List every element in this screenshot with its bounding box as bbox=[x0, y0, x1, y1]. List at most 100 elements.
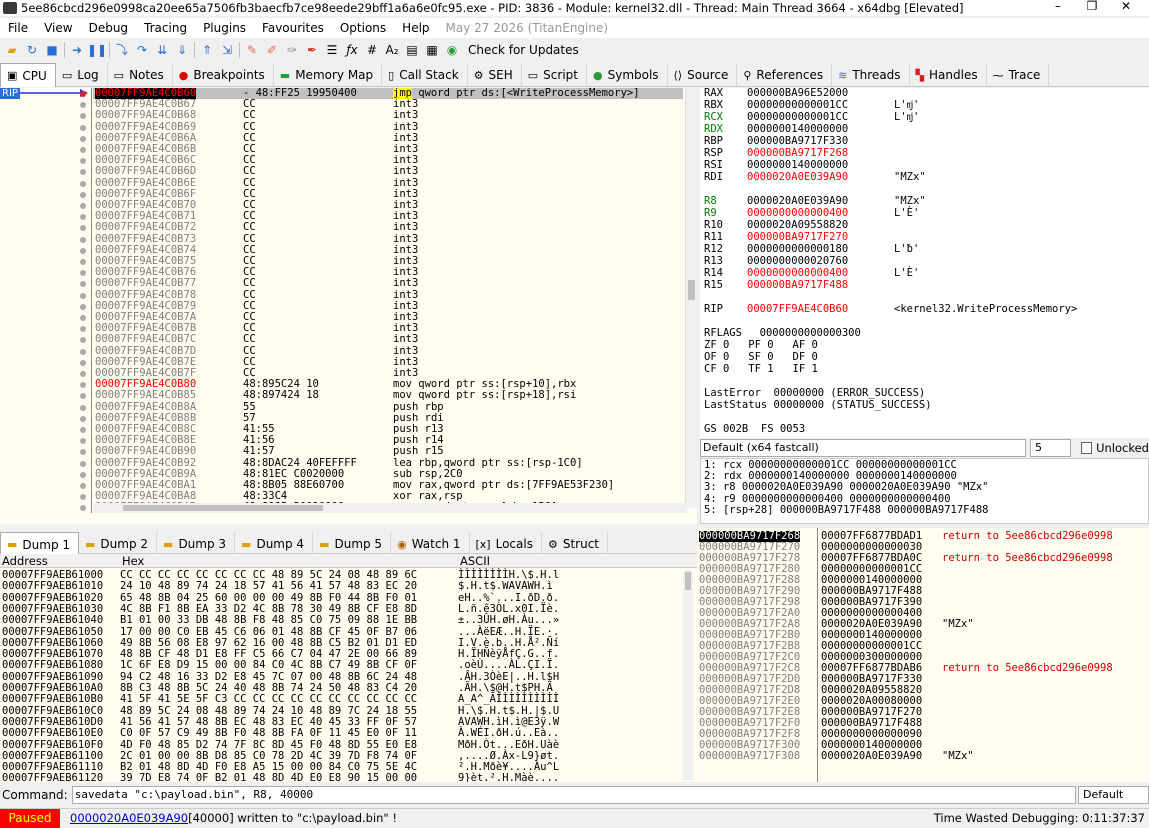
check-for-updates-button[interactable]: Check for Updates bbox=[468, 43, 579, 57]
breakpoint-dot[interactable] bbox=[80, 359, 86, 366]
dump-row[interactable]: 00007FF9AEB610E0 C0 0F 57 C9 49 8B F0 48 … bbox=[0, 727, 680, 739]
globe-icon[interactable]: ◉ bbox=[444, 42, 460, 58]
tab-script[interactable]: ▭ Script bbox=[522, 63, 587, 87]
tab-struct[interactable]: ⚙ Struct bbox=[542, 532, 608, 556]
dump-row[interactable]: 00007FF9AEB61010 24 10 48 89 74 24 18 57 … bbox=[0, 580, 680, 592]
register-row[interactable]: RCX 00000000000001CC L'ǌ' bbox=[700, 111, 1140, 124]
register-value[interactable]: 00000000000001CC bbox=[747, 111, 848, 124]
tab-memory-map[interactable]: ▬ Memory Map bbox=[274, 63, 383, 87]
scylla-icon[interactable]: ✎ bbox=[244, 42, 260, 58]
disasm-row[interactable]: 00007FF9AE4C0B73 CC int3 bbox=[93, 233, 683, 245]
breakpoint-dot[interactable] bbox=[80, 427, 86, 433]
disasm-row[interactable]: 00007FF9AE4C0B77 CC int3 bbox=[93, 278, 683, 289]
argument-row[interactable]: 5: [rsp+28] 000000BA9717F488 000000BA971… bbox=[704, 504, 988, 516]
breakpoint-dot[interactable] bbox=[80, 191, 86, 198]
run-to-user-code-icon[interactable]: ⇲ bbox=[219, 42, 235, 58]
register-value[interactable]: 00007FF9AE4C0B60 bbox=[747, 303, 848, 316]
breakpoint-dot[interactable] bbox=[80, 225, 86, 232]
menu-plugins[interactable]: Plugins bbox=[195, 21, 254, 35]
breakpoint-dot[interactable] bbox=[80, 259, 86, 265]
register-row[interactable] bbox=[700, 412, 1140, 424]
open-icon[interactable]: ▰ bbox=[4, 42, 20, 58]
breakpoint-dot[interactable] bbox=[80, 326, 86, 333]
argument-row[interactable]: 3: r8 0000020A0E039A90 0000020A0E039A90 … bbox=[704, 482, 988, 493]
tab-cpu[interactable]: ▣ CPU bbox=[0, 63, 56, 87]
register-row[interactable]: RDI 0000020A0E039A90 "MZx" bbox=[700, 171, 1140, 184]
breakpoint-dot[interactable] bbox=[80, 303, 86, 310]
register-row[interactable]: R11 000000BA9717F270 bbox=[700, 231, 1140, 244]
breakpoint-dot[interactable] bbox=[80, 505, 86, 512]
breakpoint-dot[interactable] bbox=[80, 270, 86, 277]
breakpoint-dot[interactable] bbox=[80, 91, 86, 97]
maximize-button[interactable]: ❐ bbox=[1075, 0, 1109, 16]
tab-notes[interactable]: ▭ Notes bbox=[108, 63, 173, 87]
patches-icon[interactable]: ✐ bbox=[264, 42, 280, 58]
tab-symbols[interactable]: ● Symbols bbox=[587, 63, 668, 87]
stack-pane[interactable]: 000000BA9717F268 00007FF6877BDAD1 return t… bbox=[697, 528, 1149, 782]
breakpoint-dot[interactable] bbox=[80, 180, 86, 187]
breakpoint-dot[interactable] bbox=[80, 135, 86, 142]
tab-dump-2[interactable]: ▬ Dump 2 bbox=[79, 532, 158, 556]
register-row[interactable] bbox=[700, 316, 1140, 328]
menu-debug[interactable]: Debug bbox=[81, 21, 136, 35]
breakpoint-dot[interactable] bbox=[80, 415, 86, 422]
col-ascii[interactable]: ASCII bbox=[460, 554, 490, 568]
pause-icon[interactable]: ❚❚ bbox=[87, 42, 107, 58]
disasm-row[interactable]: 00007FF9AE4C0B72 CC int3 bbox=[93, 222, 683, 233]
tab-breakpoints[interactable]: ● Breakpoints bbox=[173, 63, 274, 87]
argument-row[interactable]: 4: r9 0000000000000400 0000000000000400 bbox=[704, 493, 951, 505]
trace-over-icon[interactable]: ⇓ bbox=[174, 42, 190, 58]
restart-icon[interactable]: ↻ bbox=[24, 42, 40, 58]
registers-pane[interactable]: RAX 000000BA96E52000 RBX 00000000000001CC L'… bbox=[700, 88, 1149, 438]
breakpoint-dot[interactable] bbox=[80, 337, 86, 344]
command-input[interactable]: savedata "c:\payload.bin", R8, 40000 bbox=[71, 786, 1077, 804]
labels-icon[interactable]: ✒ bbox=[304, 42, 320, 58]
disasm-row[interactable]: 00007FF9AE4C0B78 CC int3 bbox=[93, 289, 683, 301]
tab-trace[interactable]: ⁓ Trace bbox=[987, 63, 1050, 87]
disassembly-scrollbar[interactable] bbox=[685, 88, 697, 508]
register-value[interactable]: 0000020A09558820 bbox=[747, 219, 848, 232]
register-value[interactable]: 0000000000000300 bbox=[747, 327, 861, 340]
dump-row[interactable]: 00007FF9AEB61040 B1 01 00 33 DB 48 8B F8 … bbox=[0, 614, 680, 626]
breakpoint-dot[interactable] bbox=[80, 393, 86, 400]
register-row[interactable]: R15 000000BA9717F488 bbox=[700, 279, 1140, 292]
register-row[interactable]: RSI 0000000140000000 bbox=[700, 159, 1140, 172]
breakpoint-dot[interactable] bbox=[80, 315, 86, 321]
register-row[interactable]: R10 0000020A09558820 bbox=[700, 219, 1140, 232]
hash-icon[interactable]: # bbox=[364, 42, 380, 58]
run-icon[interactable]: ➜ bbox=[69, 42, 85, 58]
step-into-icon[interactable]: ⤵ bbox=[114, 42, 130, 58]
unlocked-checkbox[interactable] bbox=[1080, 441, 1093, 454]
disasm-row[interactable]: 00007FF9AE4C0B7D CC int3 bbox=[93, 345, 683, 357]
breakpoint-dot[interactable] bbox=[80, 214, 86, 221]
menu-file[interactable]: File bbox=[0, 21, 36, 35]
register-value[interactable]: 000000BA9717F488 bbox=[747, 279, 848, 292]
tab-source[interactable]: ⟨⟩ Source bbox=[668, 63, 738, 87]
execute-till-return-icon[interactable]: ⇑ bbox=[199, 42, 215, 58]
register-row[interactable]: CF 0 TF 1 IF 1 bbox=[700, 363, 1140, 376]
register-row[interactable]: LastError 00000000 (ERROR_SUCCESS) bbox=[700, 387, 1140, 400]
breakpoint-dot[interactable] bbox=[80, 371, 86, 377]
dump-row[interactable]: 00007FF9AEB61120 39 7D E8 74 0F B2 01 48 … bbox=[0, 773, 680, 782]
register-row[interactable]: OF 0 SF 0 DF 0 bbox=[700, 351, 1140, 364]
register-row[interactable]: R8 0000020A0E039A90 "MZx" bbox=[700, 195, 1140, 208]
register-row[interactable]: RBX 00000000000001CC L'ǌ' bbox=[700, 99, 1140, 112]
breakpoint-dot[interactable] bbox=[80, 348, 86, 355]
disasm-row[interactable]: 00007FF9AE4C0B6D CC int3 bbox=[93, 166, 683, 177]
disasm-row[interactable]: 00007FF9AE4C0B7C CC int3 bbox=[93, 334, 683, 345]
dump-scrollbar[interactable] bbox=[683, 570, 693, 780]
menu-options[interactable]: Options bbox=[332, 21, 394, 35]
tab-watch-1[interactable]: ◉ Watch 1 bbox=[391, 532, 470, 556]
register-value[interactable]: 000000BA96E52000 bbox=[747, 88, 848, 100]
menu-tracing[interactable]: Tracing bbox=[136, 21, 195, 35]
disasm-row[interactable]: 00007FF9AE4C0B85 48:897424 18 mov qword pt… bbox=[93, 390, 683, 401]
breakpoint-dot[interactable] bbox=[80, 438, 86, 445]
bookmarks-icon[interactable]: ☰ bbox=[324, 42, 340, 58]
disasm-row[interactable]: 00007FF9AE4C0B92 48:8DAC24 40FEFFFF lea rb… bbox=[93, 457, 683, 469]
scrollbar-thumb[interactable] bbox=[688, 280, 695, 300]
disasm-row[interactable]: 00007FF9AE4C0B68 CC int3 bbox=[93, 110, 683, 121]
breakpoint-dot[interactable] bbox=[80, 471, 86, 478]
dump-row[interactable]: 00007FF9AEB61080 1C 6F E8 D9 15 00 00 84 … bbox=[0, 660, 680, 672]
breakpoint-dot[interactable] bbox=[80, 483, 86, 489]
breakpoint-dot[interactable] bbox=[80, 281, 86, 288]
